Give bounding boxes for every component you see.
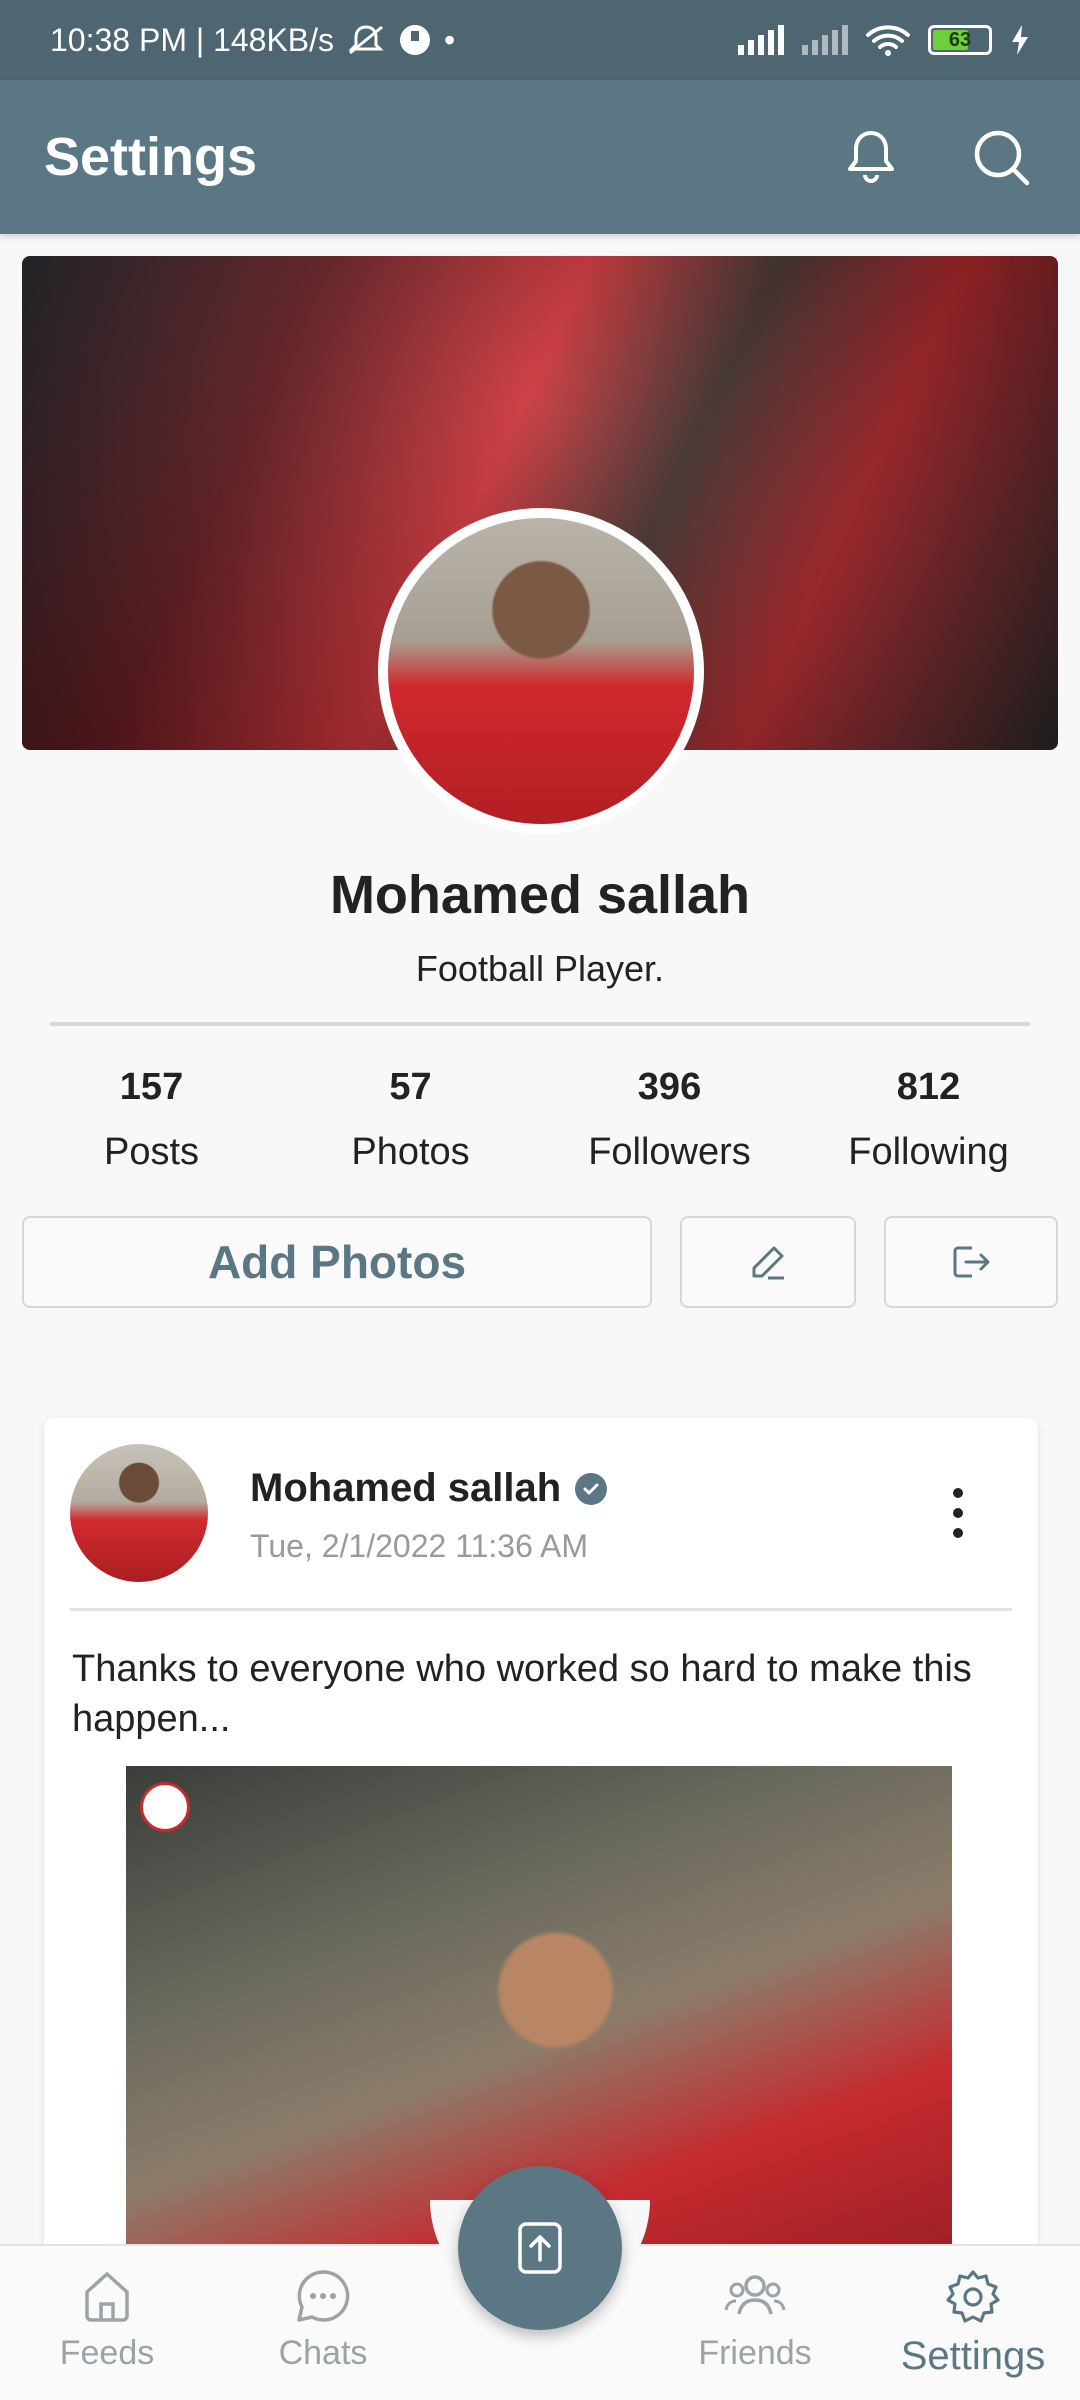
signal-2-icon (802, 25, 848, 55)
status-bar: 10:38 PM | 148KB/s • 63 (0, 0, 1080, 80)
logout-icon (953, 1246, 990, 1278)
wifi-icon (866, 25, 910, 56)
charging-icon (1012, 25, 1028, 55)
edit-profile-button[interactable] (680, 1216, 856, 1308)
upload-post-button[interactable] (458, 2166, 622, 2330)
friends-icon (724, 2275, 786, 2315)
bell-icon (848, 131, 894, 183)
verified-icon (575, 1472, 608, 1505)
profile-stats: 157 Posts 57 Photos 396 Followers 812 Fo… (22, 1066, 1058, 1174)
battery-icon: 63 (928, 25, 992, 55)
upload-icon (518, 2222, 562, 2274)
dot-icon: • (444, 21, 456, 58)
signal-icon (738, 25, 784, 55)
stat-photos[interactable]: 57 Photos (281, 1066, 540, 1174)
search-button[interactable] (966, 122, 1036, 192)
page-title: Settings (44, 127, 258, 187)
stat-followers[interactable]: 396 Followers (540, 1066, 799, 1174)
nav-settings[interactable]: Settings (888, 2266, 1058, 2379)
profile-actions: Add Photos (22, 1216, 1058, 1308)
app-notification-icon (400, 25, 431, 55)
post-author-avatar[interactable] (70, 1444, 208, 1582)
gear-icon (946, 2270, 1000, 2323)
logout-button[interactable] (884, 1216, 1058, 1308)
notifications-button[interactable] (836, 122, 906, 192)
post-author[interactable]: Mohamed sallah (250, 1466, 608, 1511)
chat-icon (297, 2270, 350, 2322)
stat-label: Following (848, 1131, 1009, 1173)
post-divider (70, 1608, 1012, 1611)
post-author-name: Mohamed sallah (250, 1466, 562, 1510)
nav-label: Friends (698, 2334, 812, 2372)
post-text: Thanks to everyone who worked so hard to… (72, 1648, 972, 1740)
post-timestamp: Tue, 2/1/2022 11:36 AM (250, 1528, 589, 1564)
nav-label: Chats (278, 2334, 368, 2372)
post-more-icon[interactable] (948, 1488, 968, 1538)
nav-label: Settings (900, 2334, 1046, 2378)
nav-feeds[interactable]: Feeds (22, 2266, 192, 2373)
mute-bell-icon (348, 25, 384, 55)
battery-level: 63 (948, 28, 972, 51)
stat-label: Posts (103, 1131, 200, 1173)
nav-label: Feeds (59, 2334, 155, 2372)
divider (50, 1022, 1030, 1026)
profile-avatar[interactable] (378, 508, 704, 834)
stat-value: 396 (637, 1066, 702, 1108)
stat-value: 157 (119, 1066, 184, 1108)
stat-value: 812 (896, 1066, 961, 1108)
stat-following[interactable]: 812 Following (799, 1066, 1058, 1174)
home-icon (85, 2272, 129, 2322)
stat-value: 57 (389, 1066, 432, 1108)
pencil-icon (752, 1246, 784, 1280)
profile-name: Mohamed sallah (329, 865, 751, 925)
stat-label: Followers (588, 1131, 751, 1173)
nav-friends[interactable]: Friends (670, 2266, 840, 2373)
app-bar: Settings (0, 80, 1080, 234)
search-icon (974, 130, 1030, 186)
nav-chats[interactable]: Chats (238, 2266, 408, 2373)
status-time: 10:38 PM | 148KB/s (50, 21, 335, 58)
stat-label: Photos (351, 1131, 470, 1173)
profile-bio: Football Player. (415, 948, 665, 989)
federation-logo (140, 1782, 190, 1832)
add-photos-button[interactable]: Add Photos (22, 1216, 652, 1308)
stat-posts[interactable]: 157 Posts (22, 1066, 281, 1174)
